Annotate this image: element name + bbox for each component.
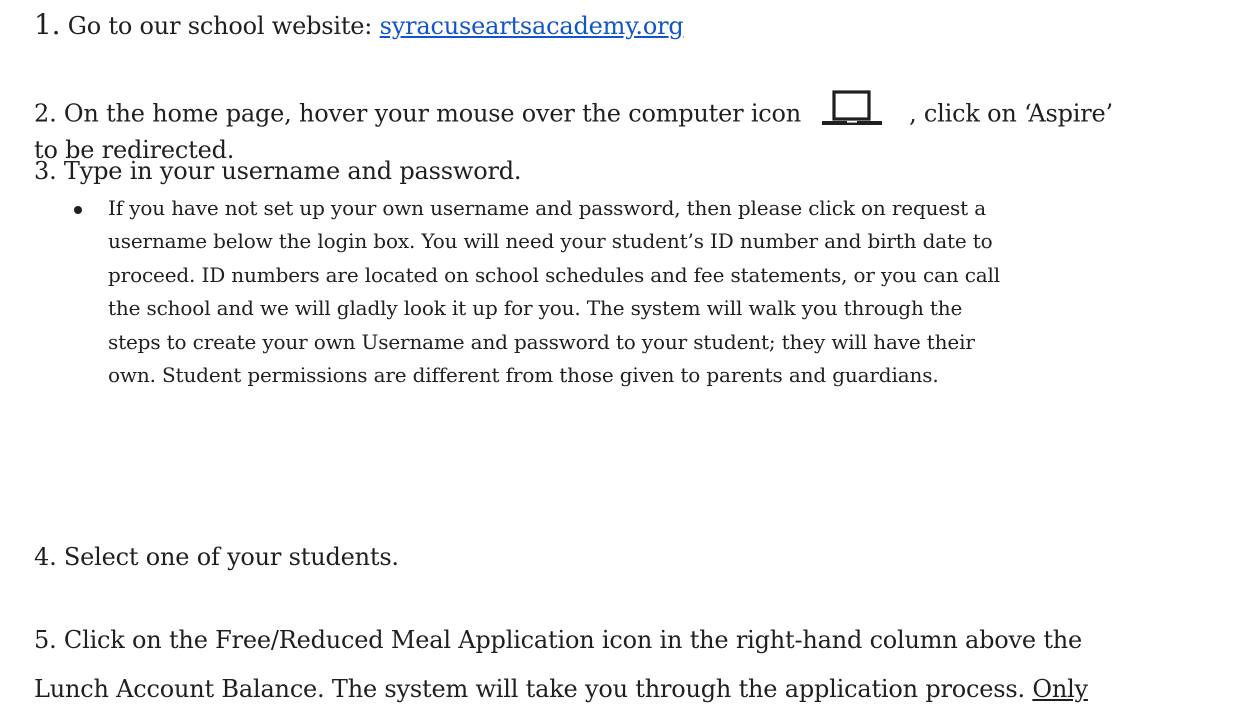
bullet-line-2: username below the login box. You will n… [108, 229, 993, 254]
bullet-line-1: If you have not set up your own username… [108, 196, 986, 220]
step-5-line-2-text: Lunch Account Balance. The system will t… [34, 675, 1033, 703]
step-2-text-before-icon: 2. On the home page, hover your mouse ov… [34, 99, 802, 128]
step-2-text-after-icon: , click on ‘Aspire’ [909, 99, 1113, 128]
list-item: If you have not set up your own username… [74, 192, 1254, 392]
step-5-line-2: Lunch Account Balance. The system will t… [34, 672, 1088, 706]
step-5-line-1: 5. Click on the Free/Reduced Meal Applic… [34, 626, 1083, 654]
bullet-line-4: the school and we will gladly look it up… [108, 296, 963, 321]
step-1-text: Go to our school website: [60, 12, 380, 40]
step-3: 3. Type in your username and password. [34, 154, 522, 188]
laptop-icon [821, 89, 883, 129]
bullet-line-5: steps to create your own Username and pa… [108, 329, 975, 354]
step-5-underlined-word: Only [1032, 675, 1088, 703]
bullet-line-3: proceed. ID numbers are located on schoo… [108, 262, 1001, 287]
step-2: 2. On the home page, hover your mouse ov… [34, 90, 1113, 135]
step-1: 1. Go to our school website: syracuseart… [34, 8, 684, 43]
school-website-link[interactable]: syracuseartsacademy.org [380, 12, 684, 40]
bullet-line-6: own. Student permissions are different f… [108, 363, 939, 388]
step-1-number: 1. [34, 8, 61, 41]
bullet-dot [74, 206, 82, 214]
step-3-text: 3. Type in your username and password. [34, 157, 522, 185]
step-4: 4. Select one of your students. [34, 543, 399, 571]
step-3-bullet-list: If you have not set up your own username… [74, 192, 1254, 392]
